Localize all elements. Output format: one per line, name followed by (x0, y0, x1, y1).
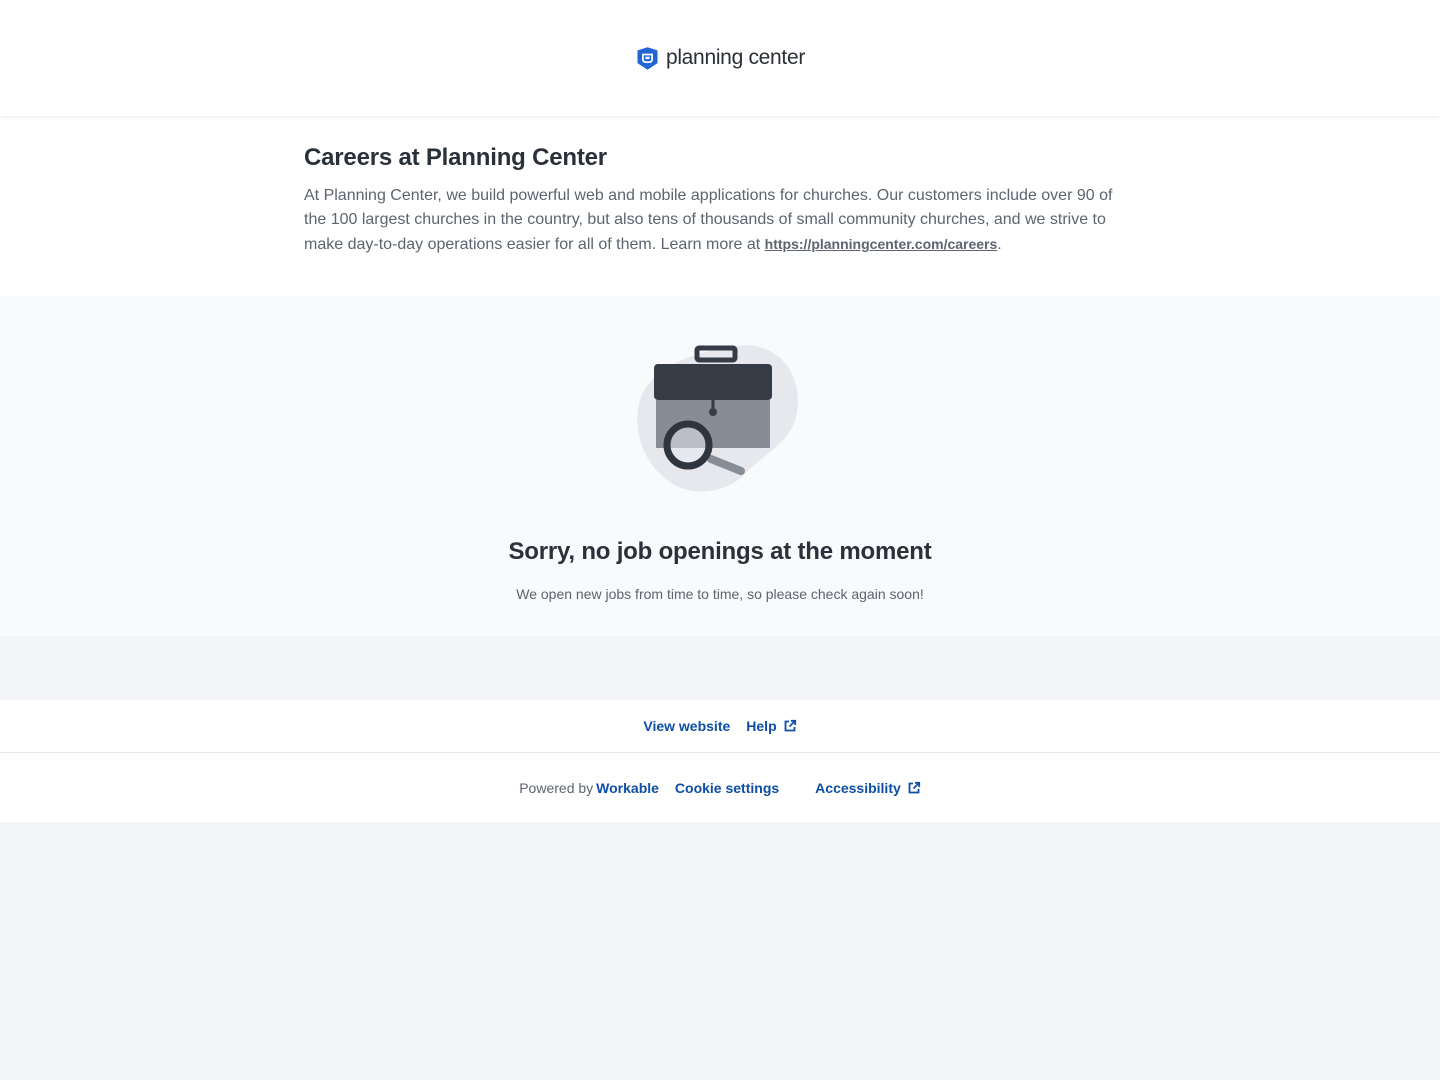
section-spacer (0, 636, 1440, 700)
accessibility-link[interactable]: Accessibility (815, 780, 921, 796)
view-website-label: View website (643, 718, 731, 734)
planning-center-logo[interactable]: planning center (635, 46, 805, 71)
planning-center-logo-icon (637, 46, 658, 70)
empty-state-text: We open new jobs from time to time, so p… (516, 586, 924, 602)
site-links: View website Help (0, 700, 1440, 753)
site-footer: Powered by Workable Cookie settings Acces… (0, 753, 1440, 822)
site-header: planning center (0, 0, 1440, 116)
intro-link-suffix: . (997, 236, 1002, 253)
cookie-settings-button[interactable]: Cookie settings (675, 780, 779, 796)
workable-link[interactable]: Workable (596, 780, 659, 796)
external-link-icon (908, 781, 920, 793)
intro-description: At Planning Center, we build powerful we… (304, 184, 1136, 257)
careers-link[interactable]: https://planningcenter.com/careers (765, 236, 998, 252)
powered-by: Powered by Workable (519, 780, 659, 796)
logo-text: planning center (665, 46, 806, 69)
page-background (0, 822, 1440, 1080)
help-label: Help (746, 718, 777, 734)
view-website-link[interactable]: View website (643, 718, 730, 734)
empty-state: Sorry, no job openings at the moment We … (0, 296, 1440, 636)
accessibility-label: Accessibility (815, 779, 901, 796)
briefcase-search-icon (637, 345, 798, 492)
page-title: Careers at Planning Center (304, 144, 607, 171)
empty-state-title: Sorry, no job openings at the moment (508, 538, 932, 565)
powered-by-text: Powered by (519, 779, 594, 796)
help-link[interactable]: Help (746, 718, 796, 734)
external-link-icon (784, 719, 796, 732)
